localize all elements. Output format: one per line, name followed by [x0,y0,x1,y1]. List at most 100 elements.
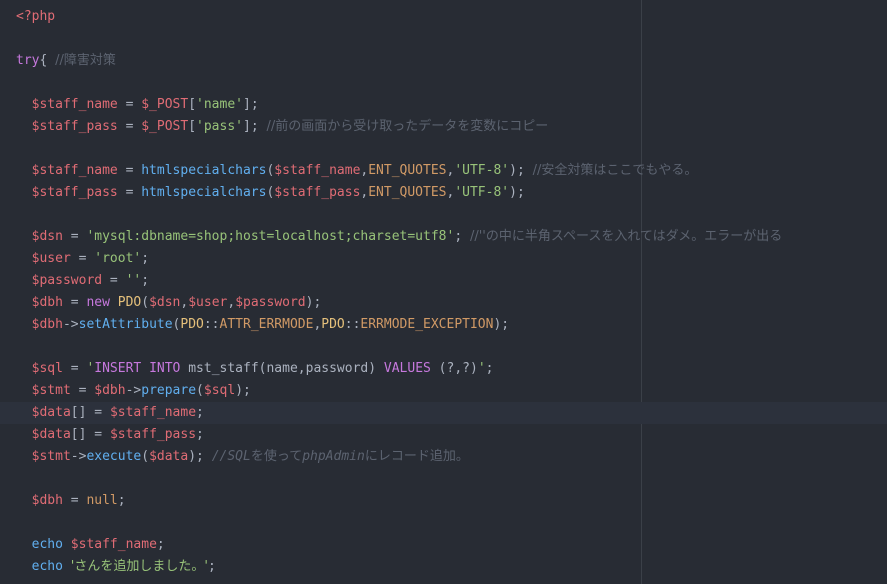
code-line[interactable]: echo $staff_name; [16,534,782,556]
code-line[interactable]: $staff_name = $_POST['name']; [16,94,782,116]
code-line[interactable]: $dsn = 'mysql:dbname=shop;host=localhost… [16,226,783,248]
variable: $staff_name [109,405,197,420]
string: 'UTF-8' [454,163,510,178]
code-line[interactable]: <?php [16,6,782,28]
code-area[interactable]: <?php try{ //障害対策 $staff_name = $_POST['… [16,6,782,578]
code-line-blank[interactable] [16,72,782,94]
variable: $data [31,427,71,442]
punctuation: ); [509,163,533,178]
variable: $sql [31,361,63,376]
class-name: PDO [321,317,345,332]
function-name: setAttribute [78,317,173,332]
code-line[interactable]: echo 'さんを追加しました。'; [16,556,782,578]
code-line[interactable]: $sql = ' INSERT INTO mst_staff(name,passw… [16,358,782,380]
punctuation: ; [207,559,216,574]
keyword-null: null [86,493,118,508]
code-line[interactable]: $dbh = new PDO($dsn,$user,$password); [16,292,782,314]
function-name: prepare [141,383,197,398]
operator: = [62,229,87,244]
superglobal: $_POST [141,97,189,112]
superglobal: $_POST [141,119,189,134]
comment: を使って [250,449,303,464]
comment: //SQL [211,449,251,464]
variable: $staff_pass [109,427,197,442]
code-line[interactable]: $dbh = null; [16,490,782,512]
operator: = [62,295,87,310]
operator: :: [344,317,361,332]
keyword: try [16,53,40,68]
php-open-tag: <?php [16,9,56,24]
variable: $staff_pass [31,119,118,134]
punctuation: ( [196,383,204,398]
operator: = [117,163,142,178]
punctuation: ; [196,405,204,420]
string: 'pass' [196,119,243,134]
punctuation: [ [188,119,197,134]
comment: //安全対策はここでもやる。 [532,163,698,178]
variable: $dsn [31,229,63,244]
code-line-blank[interactable] [16,138,782,160]
operator: :: [203,317,220,332]
operator: = [86,427,110,442]
variable: $stmt [31,449,71,464]
code-line-blank[interactable] [16,336,782,358]
keyword-echo: echo [31,537,63,552]
code-line[interactable]: $staff_pass = $_POST['pass']; //前の画面から受け… [16,116,782,138]
code-line-blank[interactable] [16,468,782,490]
code-line[interactable]: try{ //障害対策 [16,50,782,72]
variable: $user [31,251,71,266]
punctuation: , [227,295,236,310]
variable: $staff_name [274,163,361,178]
variable: $staff_pass [274,185,361,200]
code-line-blank[interactable] [16,512,782,534]
variable: $staff_name [31,97,118,112]
punctuation: ); [188,449,212,464]
code-line[interactable]: $staff_name = htmlspecialchars($staff_na… [16,160,782,182]
code-line[interactable]: $user = 'root'; [16,248,782,270]
variable: $stmt [31,383,71,398]
code-editor[interactable]: <?php try{ //障害対策 $staff_name = $_POST['… [0,0,887,584]
operator: = [70,383,95,398]
sql-keyword: VALUES [383,361,431,376]
code-line-current[interactable]: $data[] = $staff_name; [16,402,782,424]
keyword-echo: echo [31,559,63,574]
code-line-blank[interactable] [16,28,782,50]
comment: phpAdmin [302,449,365,464]
code-line[interactable]: $data[] = $staff_pass; [16,424,782,446]
constant: ATTR_ERRMODE [219,317,314,332]
comment: //前の画面から受け取ったデータを変数にコピー [266,119,549,134]
code-line[interactable]: $stmt->execute($data); //SQLを使ってphpAdmin… [16,446,782,468]
code-line[interactable]: $dbh->setAttribute(PDO::ATTR_ERRMODE,PDO… [16,314,782,336]
code-line[interactable]: $password = ''; [16,270,782,292]
keyword: new [86,295,110,310]
variable: $staff_pass [31,185,118,200]
code-line[interactable]: $stmt = $dbh->prepare($sql); [16,380,782,402]
punctuation: ]; [243,119,267,134]
comment: にレコード追加。 [364,449,469,464]
comment: //''の中に半角スペースを入れてはダメ。エラーが出る [469,229,783,244]
variable: $password [235,295,306,310]
operator: = [117,97,142,112]
punctuation: [] [70,405,87,420]
code-line-blank[interactable] [16,204,782,226]
variable: $staff_name [70,537,157,552]
variable: $password [31,273,103,288]
operator: = [102,273,126,288]
punctuation: ; [141,251,150,266]
punctuation: ); [493,317,510,332]
punctuation: ; [117,493,126,508]
punctuation: [] [70,427,87,442]
class-name: PDO [117,295,142,310]
constant: ENT_QUOTES [368,163,447,178]
sql-keyword: INTO [149,361,181,376]
code-line[interactable]: $staff_pass = htmlspecialchars($staff_pa… [16,182,782,204]
punctuation: ]; [243,97,259,112]
